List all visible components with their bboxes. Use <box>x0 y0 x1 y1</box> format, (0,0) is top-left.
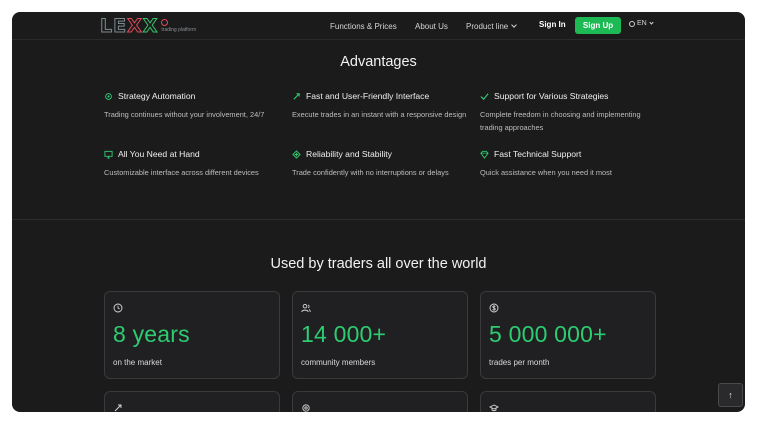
nav-item-label: Functions & Prices <box>330 21 397 31</box>
stat-label: community members <box>301 358 376 367</box>
sign-up-button[interactable]: Sign Up <box>575 17 621 34</box>
advantage-title: Fast Technical Support <box>494 149 582 159</box>
advantage-description: Quick assistance when you need it most <box>480 168 612 177</box>
logo-text: LEXX <box>99 15 159 38</box>
stat-card <box>292 391 468 412</box>
language-label: EN <box>637 20 647 27</box>
stat-card: 5 000 000+ trades per month <box>480 291 656 379</box>
arrow-up-icon: ↑ <box>728 390 733 400</box>
gear-icon <box>105 92 112 100</box>
clock-icon <box>113 303 123 313</box>
gear-icon <box>302 404 310 412</box>
advantage-description: Complete freedom in choosing and impleme… <box>480 110 641 132</box>
nav-about-us[interactable]: About Us <box>415 12 448 40</box>
sign-in-link[interactable]: Sign In <box>539 20 566 29</box>
advantages-title: Advantages <box>340 54 417 70</box>
stat-label: on the market <box>113 358 162 367</box>
nav-product-line[interactable]: Product line <box>466 12 518 40</box>
logo[interactable]: LEXX trading platform <box>99 15 197 38</box>
diamond-icon <box>480 150 489 159</box>
rocket-icon <box>114 404 122 412</box>
logo-mark-icon <box>161 19 169 26</box>
advantage-title: Support for Various Strategies <box>494 91 609 101</box>
advantage-item: Strategy Automation Trading continues wi… <box>104 90 284 121</box>
nav-item-label: Product line <box>466 21 509 31</box>
stat-card: 8 years on the market <box>104 291 280 379</box>
advantage-item: All You Need at Hand Customizable interf… <box>104 148 284 179</box>
stat-card: 14 000+ community members <box>292 291 468 379</box>
chevron-down-icon <box>511 22 518 28</box>
advantage-title: Reliability and Stability <box>306 149 392 159</box>
check-icon <box>480 92 489 100</box>
logo-subtitle: trading platform <box>161 27 197 33</box>
advantage-item: Fast and User-Friendly Interface Execute… <box>292 90 472 121</box>
header: LEXX trading platform Functions & Prices… <box>12 12 745 40</box>
globe-icon <box>629 20 635 27</box>
stat-label: trades per month <box>489 358 550 367</box>
rocket-icon <box>293 92 300 100</box>
chevron-down-icon <box>649 20 654 25</box>
stat-value: 8 years <box>113 321 190 347</box>
advantage-item: Support for Various Strategies Complete … <box>480 90 660 134</box>
stat-card <box>104 391 280 412</box>
advantage-description: Customizable interface across different … <box>104 168 259 177</box>
nav-item-label: About Us <box>415 21 448 31</box>
advantage-description: Execute trades in an instant with a resp… <box>292 110 467 119</box>
advantage-description: Trading continues without your involveme… <box>104 110 265 119</box>
shield-icon <box>292 149 301 159</box>
page-frame: LEXX trading platform Functions & Prices… <box>12 12 745 412</box>
nav-functions-prices[interactable]: Functions & Prices <box>330 12 397 40</box>
stats-title: Used by traders all over the world <box>270 256 487 272</box>
monitor-icon <box>104 150 113 159</box>
dollar-icon <box>489 303 499 313</box>
advantage-title: Strategy Automation <box>118 91 196 101</box>
advantage-description: Trade confidently with no interruptions … <box>292 168 449 177</box>
advantage-item: Reliability and Stability Trade confiden… <box>292 148 472 179</box>
section-divider <box>12 219 745 220</box>
language-selector[interactable]: EN <box>629 20 654 27</box>
advantage-title: Fast and User-Friendly Interface <box>306 91 430 101</box>
stat-value: 14 000+ <box>301 321 387 347</box>
advantage-title: All You Need at Hand <box>118 149 200 159</box>
scroll-to-top-button[interactable]: ↑ <box>718 383 743 407</box>
advantage-item: Fast Technical Support Quick assistance … <box>480 148 660 179</box>
stat-card <box>480 391 656 412</box>
stat-value: 5 000 000+ <box>489 321 607 347</box>
graduation-cap-icon <box>489 404 499 412</box>
users-icon <box>301 303 311 313</box>
